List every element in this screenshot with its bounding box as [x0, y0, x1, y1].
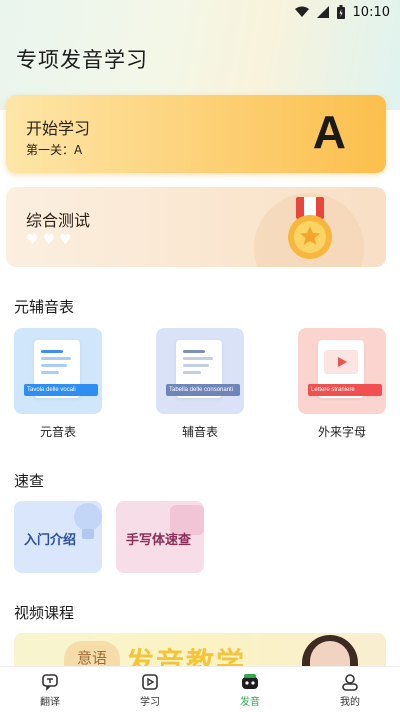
comprehensive-test-card[interactable]: 综合测试 ♥ ♥ ♥ — [6, 187, 386, 267]
tab-study[interactable]: 学习 — [100, 667, 200, 712]
heart-icon: ♥ — [59, 232, 72, 248]
test-title: 综合测试 — [26, 211, 91, 230]
section-title-video: 视频课程 — [14, 604, 75, 622]
translate-icon — [42, 674, 58, 691]
consonant-table-tile[interactable]: Tabella delle consonanti — [156, 328, 244, 414]
status-bar: 10:10 — [0, 0, 400, 24]
tile-ribbon: Tabella delle consonanti — [166, 384, 240, 396]
start-learning-card[interactable]: 开始学习 第一关：A A — [6, 95, 386, 173]
handwriting-label: 手写体速查 — [126, 533, 192, 548]
vowel-table-tile[interactable]: Tavola delle vocali — [14, 328, 102, 414]
foreign-letters-label: 外来字母 — [317, 425, 366, 439]
hearts-row: ♥ ♥ ♥ — [26, 233, 72, 247]
tab-pronunciation[interactable]: 发音 — [200, 667, 300, 712]
tile-ribbon: Lettere straniere — [308, 384, 382, 396]
wifi-icon — [294, 6, 309, 17]
tile-ribbon: Tavola delle vocali — [24, 384, 98, 396]
heart-icon: ♥ — [26, 232, 39, 248]
intro-label: 入门介绍 — [24, 533, 77, 548]
page-title: 专项发音学习 — [16, 48, 148, 72]
heart-icon: ♥ — [42, 232, 56, 248]
handwriting-quick-card[interactable]: 手写体速查 — [116, 501, 204, 573]
start-learning-level: 第一关：A — [26, 143, 83, 157]
tab-mine[interactable]: 我的 — [300, 667, 400, 712]
tab-translate-label: 翻译 — [40, 697, 60, 708]
signal-icon — [316, 6, 329, 18]
start-learning-letter: A — [312, 106, 346, 158]
medal-icon — [288, 197, 332, 259]
tab-translate[interactable]: 翻译 — [0, 667, 100, 712]
bottom-tab-bar: 翻译 学习 发音 我的 — [0, 666, 400, 712]
intro-quick-card[interactable]: 入门介绍 — [14, 501, 102, 573]
battery-icon — [336, 5, 345, 19]
tab-mine-label: 我的 — [340, 697, 360, 708]
section-title-tables: 元辅音表 — [14, 298, 75, 316]
play-icon — [338, 357, 347, 367]
foreign-letters-tile[interactable]: Lettere straniere — [298, 328, 386, 414]
status-time: 10:10 — [352, 4, 390, 20]
profile-icon — [342, 674, 358, 691]
section-title-quick: 速查 — [14, 472, 45, 490]
tab-pronunciation-label: 发音 — [240, 697, 260, 708]
start-learning-title: 开始学习 — [26, 119, 91, 138]
study-icon — [142, 674, 158, 690]
vowel-table-label: 元音表 — [39, 425, 76, 439]
consonant-table-label: 辅音表 — [181, 425, 218, 439]
tab-study-label: 学习 — [140, 697, 160, 708]
pronunciation-icon — [242, 674, 258, 689]
